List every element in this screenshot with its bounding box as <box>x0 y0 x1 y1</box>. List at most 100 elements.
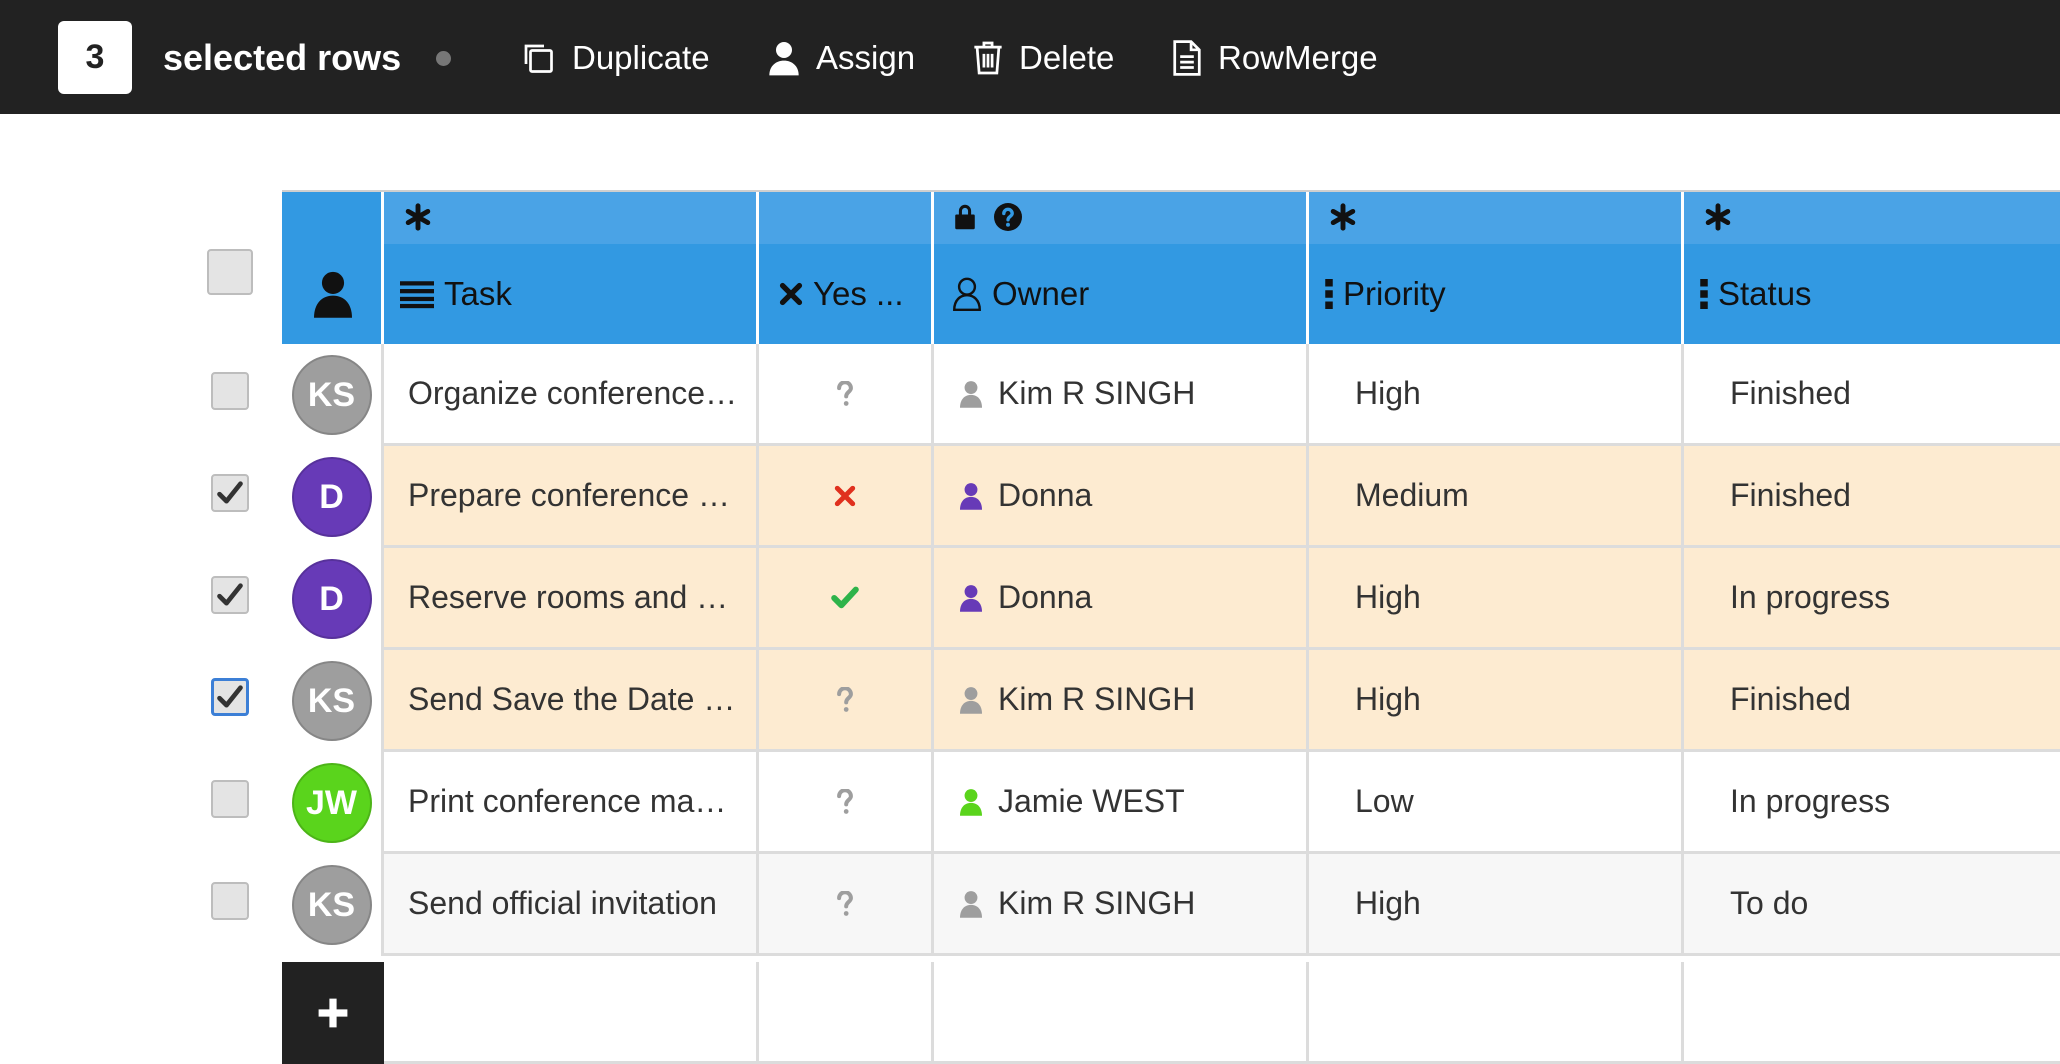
avatar-column-header[interactable] <box>282 192 384 344</box>
task-cell[interactable]: Print conference ma… <box>384 752 759 854</box>
owner-cell[interactable]: Jamie WEST <box>934 752 1309 854</box>
yes-cell[interactable] <box>759 854 934 956</box>
rowmerge-button[interactable]: RowMerge <box>1172 34 1378 82</box>
yes-cell[interactable] <box>759 752 934 854</box>
task-text: Send Save the Date … <box>408 681 736 717</box>
avatar: KS <box>291 661 372 741</box>
row-checkbox[interactable] <box>211 576 249 614</box>
asterisk-icon <box>405 203 431 231</box>
status-column-header[interactable]: Status <box>1684 244 2060 344</box>
task-cell[interactable]: Send Save the Date … <box>384 650 759 752</box>
empty-new-row <box>282 962 2060 1064</box>
avatar: D <box>291 457 372 537</box>
row-checkbox[interactable] <box>211 780 249 818</box>
select-all-checkbox[interactable] <box>207 249 253 295</box>
task-text: Organize conference… <box>408 375 738 411</box>
new-row-cell[interactable] <box>934 962 1309 1064</box>
owner-name: Donna <box>998 579 1093 615</box>
status-cell[interactable]: In progress <box>1684 752 2060 854</box>
yes-cell[interactable] <box>759 650 934 752</box>
vertical-dots-icon <box>1700 279 1708 309</box>
avatar-cell: D <box>282 446 384 548</box>
owner-cell[interactable]: Kim R SINGH <box>934 854 1309 956</box>
status-text: Finished <box>1730 681 1851 717</box>
owner-name: Kim R SINGH <box>998 885 1196 921</box>
task-column-header[interactable]: Task <box>384 244 759 344</box>
status-cell[interactable]: In progress <box>1684 548 2060 650</box>
owner-cell[interactable]: Kim R SINGH <box>934 650 1309 752</box>
priority-cell[interactable]: High <box>1309 650 1684 752</box>
checkmark-icon <box>217 685 243 708</box>
duplicate-button[interactable]: Duplicate <box>520 34 710 82</box>
user-outline-icon <box>952 277 982 311</box>
data-grid: Task Yes ... Owner Priority Status KS Or… <box>282 190 2060 1064</box>
status-column-label: Status <box>1718 275 1812 312</box>
assign-button[interactable]: Assign <box>768 34 915 82</box>
status-text: Finished <box>1730 375 1851 411</box>
owner-column-header[interactable]: Owner <box>934 244 1309 344</box>
owner-name: Jamie WEST <box>998 783 1185 819</box>
priority-column-header[interactable]: Priority <box>1309 244 1684 344</box>
owner-column-flags <box>934 192 1309 244</box>
task-cell[interactable]: Reserve rooms and … <box>384 548 759 650</box>
status-text: In progress <box>1730 579 1891 615</box>
yes-cell[interactable] <box>759 446 934 548</box>
status-cell[interactable]: Finished <box>1684 446 2060 548</box>
priority-cell[interactable]: High <box>1309 344 1684 446</box>
status-text: Finished <box>1730 477 1851 513</box>
status-cell[interactable]: Finished <box>1684 650 2060 752</box>
priority-cell[interactable]: Medium <box>1309 446 1684 548</box>
table-row[interactable]: D Prepare conference … Donna Medium Finished <box>282 446 2060 548</box>
lock-icon <box>955 204 975 230</box>
row-checkbox[interactable] <box>211 474 249 512</box>
rowmerge-label: RowMerge <box>1218 39 1378 76</box>
status-cell[interactable]: Finished <box>1684 344 2060 446</box>
new-row-cell[interactable] <box>384 962 759 1064</box>
question-mark-icon <box>837 890 853 916</box>
owner-user-icon <box>960 380 982 408</box>
delete-button[interactable]: Delete <box>973 34 1114 82</box>
owner-user-icon <box>960 482 982 510</box>
priority-cell[interactable]: Low <box>1309 752 1684 854</box>
owner-column-label: Owner <box>992 275 1090 312</box>
new-row-cell[interactable] <box>759 962 934 1064</box>
owner-cell[interactable]: Kim R SINGH <box>934 344 1309 446</box>
checkmark-icon <box>217 583 243 606</box>
task-cell[interactable]: Prepare conference … <box>384 446 759 548</box>
avatar: KS <box>291 865 372 945</box>
avatar: KS <box>291 355 372 435</box>
yes-cell[interactable] <box>759 548 934 650</box>
row-checkbox[interactable] <box>211 882 249 920</box>
priority-text: High <box>1355 579 1421 615</box>
owner-user-icon <box>960 686 982 714</box>
table-row[interactable]: KS Organize conference… Kim R SINGH High Fin… <box>282 344 2060 446</box>
owner-user-icon <box>960 584 982 612</box>
table-row[interactable]: KS Send official invitation Kim R SINGH Hig… <box>282 854 2060 956</box>
yes-cell[interactable] <box>759 344 934 446</box>
yes-column-header[interactable]: Yes ... <box>759 244 934 344</box>
task-text: Send official invitation <box>408 885 717 921</box>
priority-cell[interactable]: High <box>1309 854 1684 956</box>
selected-count-badge: 3 <box>58 21 132 94</box>
owner-cell[interactable]: Donna <box>934 446 1309 548</box>
yes-column-flags <box>759 192 934 244</box>
row-checkbox[interactable] <box>211 678 249 716</box>
new-row-cell[interactable] <box>1309 962 1684 1064</box>
task-cell[interactable]: Send official invitation <box>384 854 759 956</box>
vertical-dots-icon <box>1325 279 1333 309</box>
checkmark-icon <box>217 481 243 504</box>
table-row[interactable]: JW Print conference ma… Jamie WEST Low In pr… <box>282 752 2060 854</box>
duplicate-label: Duplicate <box>572 39 710 76</box>
status-cell[interactable]: To do <box>1684 854 2060 956</box>
row-checkbox[interactable] <box>211 372 249 410</box>
table-row[interactable]: KS Send Save the Date … Kim R SINGH High Fin… <box>282 650 2060 752</box>
table-row[interactable]: D Reserve rooms and … Donna High In progress <box>282 548 2060 650</box>
selection-toolbar: 3 selected rows Duplicate Assign Delete … <box>0 0 2060 114</box>
owner-name: Donna <box>998 477 1093 513</box>
new-row-cell[interactable] <box>1684 962 2060 1064</box>
task-cell[interactable]: Organize conference… <box>384 344 759 446</box>
priority-cell[interactable]: High <box>1309 548 1684 650</box>
owner-cell[interactable]: Donna <box>934 548 1309 650</box>
delete-label: Delete <box>1019 39 1115 76</box>
owner-user-icon <box>960 890 982 918</box>
